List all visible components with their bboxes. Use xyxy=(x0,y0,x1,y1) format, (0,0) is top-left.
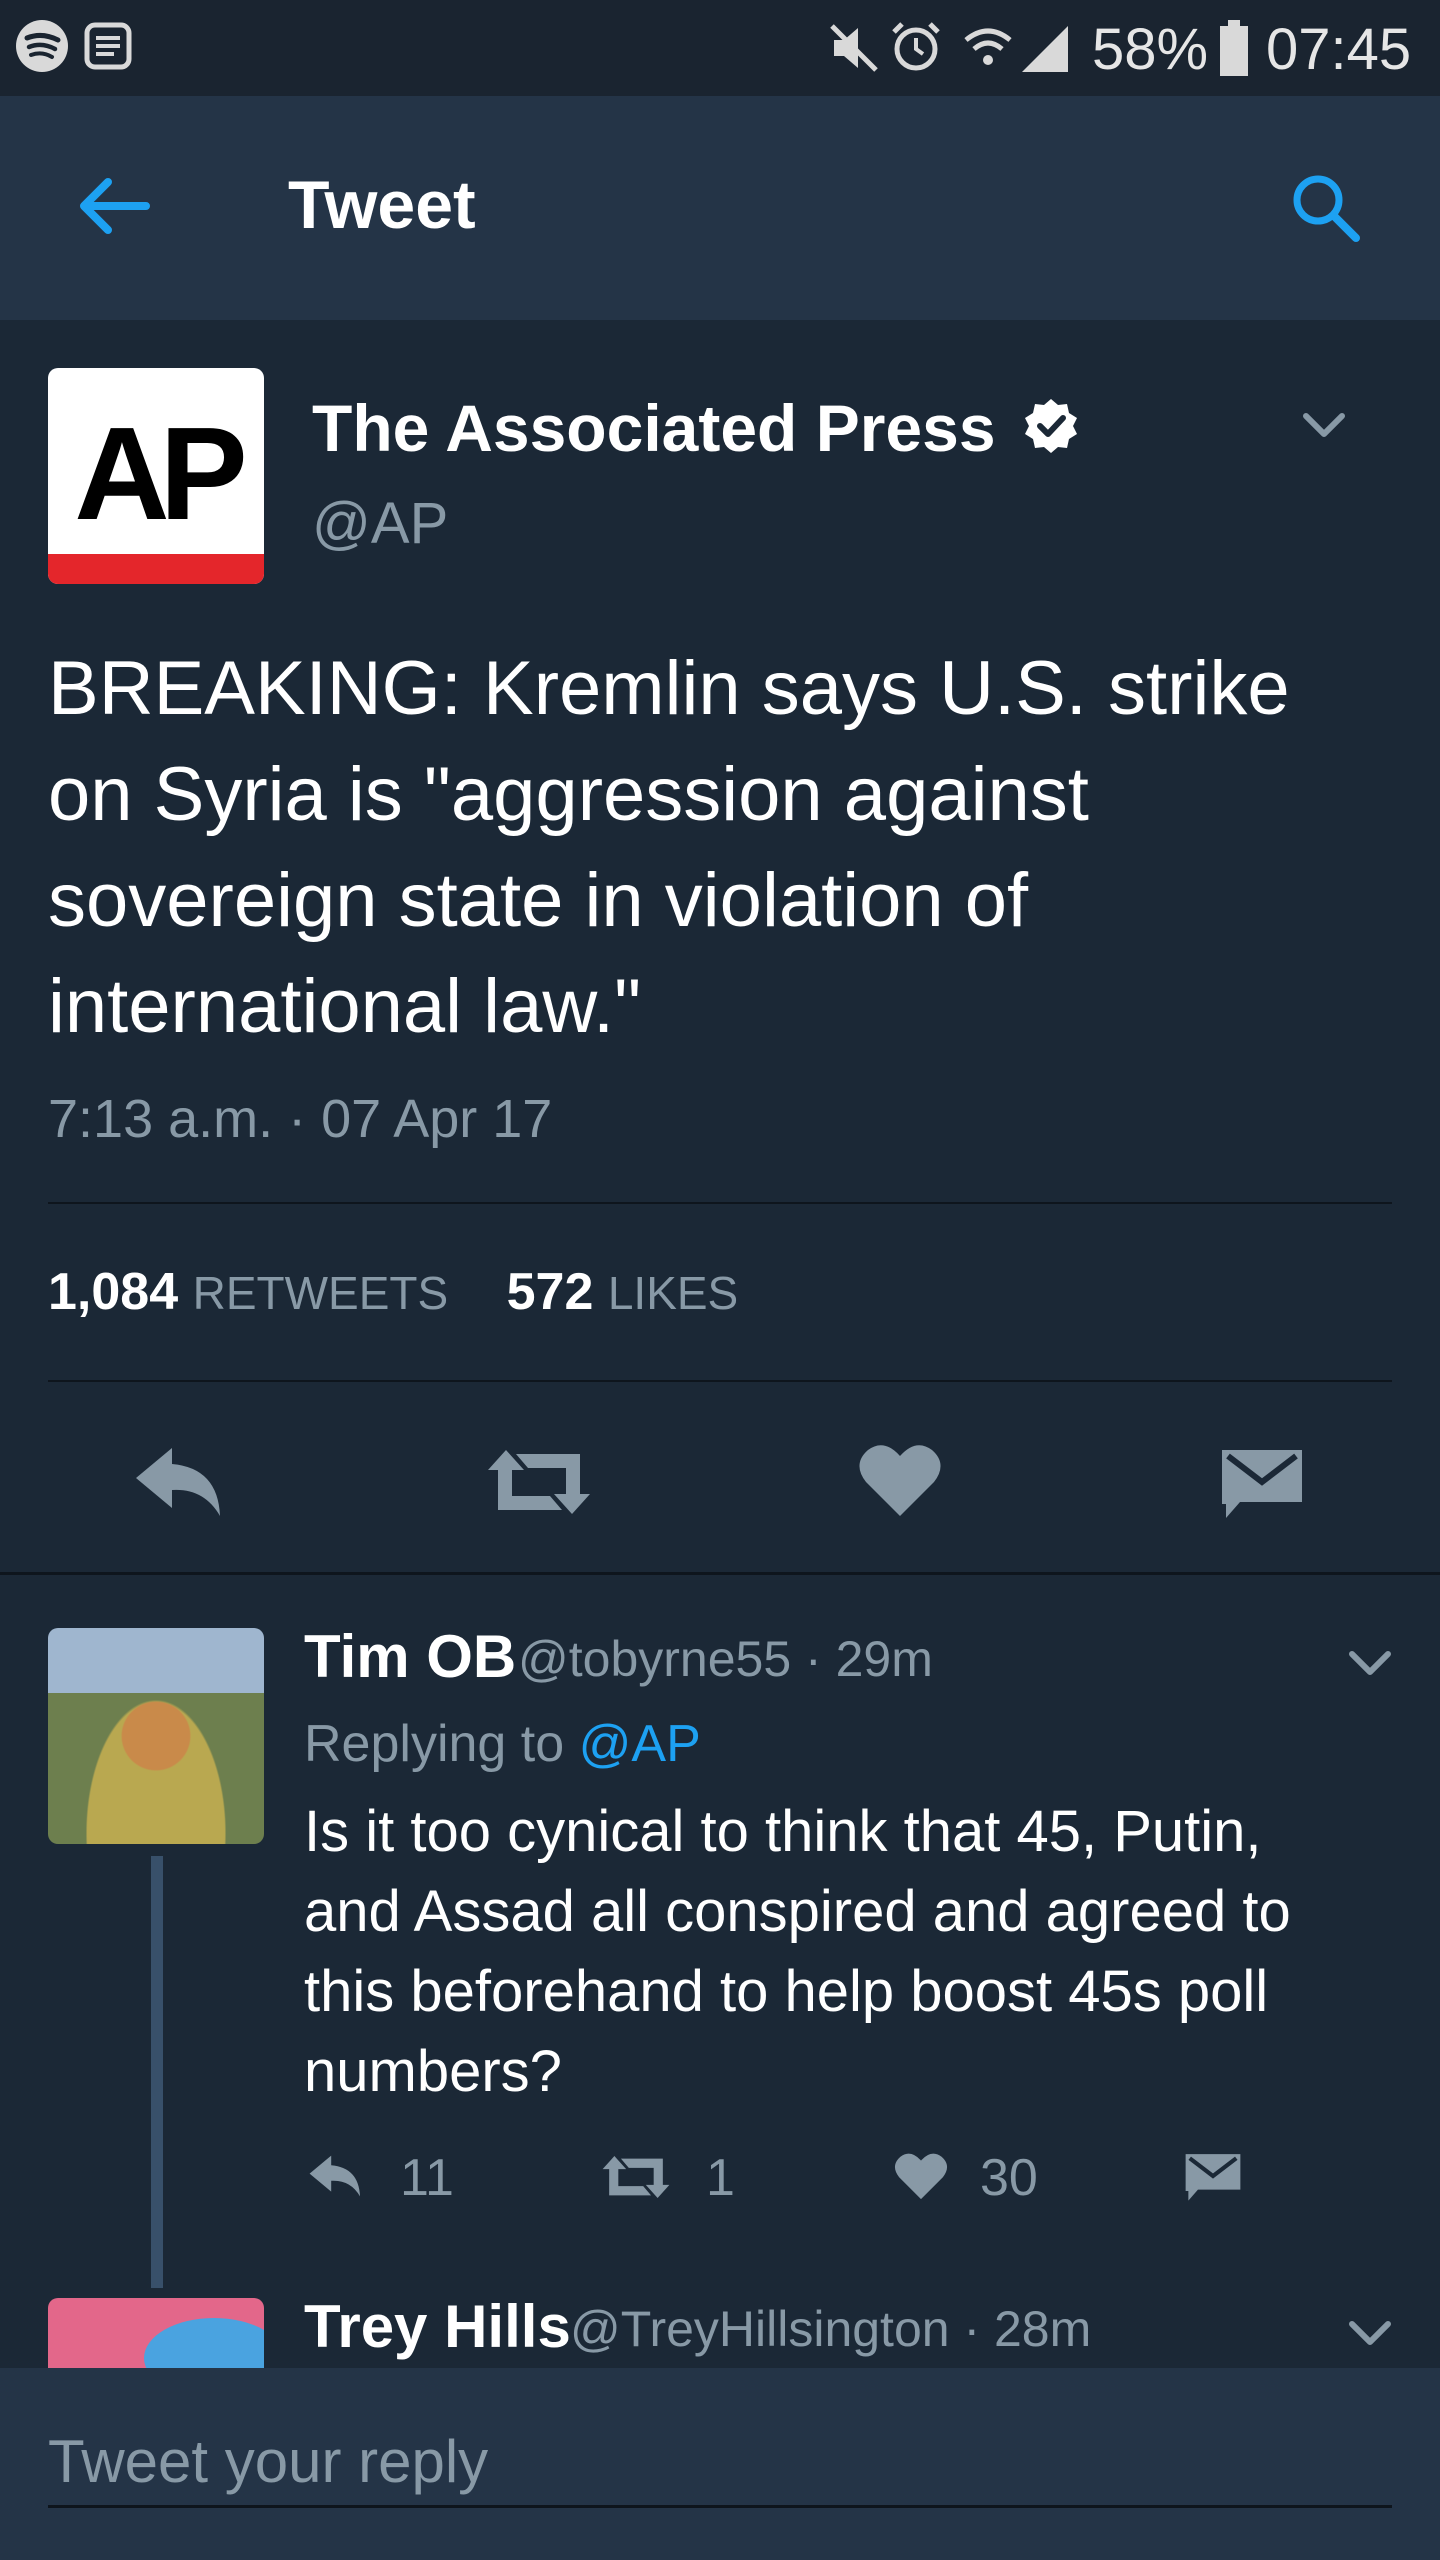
alarm-icon xyxy=(892,22,940,71)
tweet-text: BREAKING: Kremlin says U.S. strike on Sy… xyxy=(48,646,1290,1049)
likes-count: 572 xyxy=(506,1263,594,1321)
next-reply-avatar[interactable] xyxy=(48,2298,264,2378)
chevron-down-icon[interactable] xyxy=(1346,2316,1394,2352)
page-title: Tweet xyxy=(288,167,476,243)
chevron-down-icon[interactable] xyxy=(1346,1646,1394,1682)
mute-icon xyxy=(830,24,878,72)
reply-text: Is it too cynical to think that 45, Puti… xyxy=(304,1799,1291,2104)
thread-line xyxy=(151,1856,163,2288)
replying-to: Replying to @AP xyxy=(304,1714,701,1774)
battery-icon xyxy=(1220,20,1248,76)
author-name-text: The Associated Press xyxy=(312,391,996,465)
retweet-icon[interactable] xyxy=(600,2152,672,2202)
wifi-icon xyxy=(964,28,1012,65)
section-divider xyxy=(0,1572,1440,1575)
heart-icon[interactable] xyxy=(858,1440,942,1520)
next-reply-author-name[interactable]: Trey Hills xyxy=(304,2292,571,2361)
reply-icon[interactable] xyxy=(132,1442,228,1522)
replying-to-label: Replying to xyxy=(304,1715,565,1773)
back-arrow-icon[interactable] xyxy=(76,174,152,238)
author-handle[interactable]: @AP xyxy=(312,490,448,557)
dm-icon[interactable] xyxy=(1184,2150,1242,2202)
tweet-timestamp: 7:13 a.m. · 07 Apr 17 xyxy=(48,1089,553,1149)
author-name[interactable]: The Associated Press xyxy=(312,390,1080,466)
reply-like-count: 30 xyxy=(980,2149,1038,2207)
retweets-count: 1,084 xyxy=(48,1263,179,1321)
likes-stat[interactable]: 572 LIKES xyxy=(507,1263,739,1321)
retweets-stat[interactable]: 1,084 RETWEETS xyxy=(48,1263,463,1321)
status-bar: 58% 07:45 xyxy=(0,0,1440,96)
clock: 07:45 xyxy=(1266,17,1412,82)
reply-icon[interactable] xyxy=(306,2152,366,2200)
reply-input[interactable] xyxy=(48,2418,1392,2508)
search-icon[interactable] xyxy=(1290,172,1362,244)
reply-handle-time[interactable]: @tobyrne55 · 29m xyxy=(518,1630,933,1688)
notes-icon xyxy=(84,22,132,70)
tweet-stats: 1,084 RETWEETS 572 LIKES xyxy=(48,1262,738,1322)
verified-badge-icon xyxy=(1024,399,1077,453)
retweets-label: RETWEETS xyxy=(192,1267,449,1319)
reply-retweet-count: 1 xyxy=(706,2149,735,2207)
reply-reply-count: 11 xyxy=(400,2149,454,2207)
divider xyxy=(48,1380,1392,1382)
replying-to-handle[interactable]: @AP xyxy=(579,1715,701,1773)
battery-percent: 58% xyxy=(1092,17,1209,82)
app-header: Tweet xyxy=(0,96,1440,320)
next-reply-handle-time[interactable]: @TreyHillsington · 28m xyxy=(570,2300,1091,2358)
heart-icon[interactable] xyxy=(894,2150,948,2202)
reply-avatar[interactable] xyxy=(48,1628,264,1844)
retweet-icon[interactable] xyxy=(484,1444,594,1520)
avatar-red-stripe xyxy=(48,554,264,584)
divider xyxy=(48,1202,1392,1204)
spotify-icon xyxy=(16,20,68,72)
signal-icon xyxy=(1022,26,1068,72)
avatar-logo-text: AP xyxy=(74,400,247,547)
chevron-down-icon[interactable] xyxy=(1300,408,1348,444)
author-avatar[interactable]: AP xyxy=(48,368,264,584)
reply-author-name[interactable]: Tim OB xyxy=(304,1622,516,1691)
likes-label: LIKES xyxy=(607,1267,739,1319)
reply-composer xyxy=(0,2368,1440,2560)
dm-icon[interactable] xyxy=(1220,1444,1304,1520)
